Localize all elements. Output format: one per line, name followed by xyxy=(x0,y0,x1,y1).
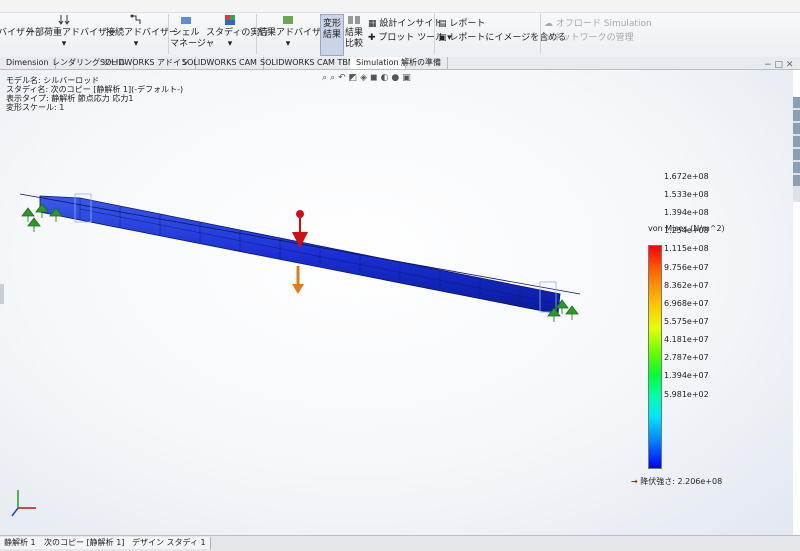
network-manage-button[interactable]: ⌂ ネットワークの管理 xyxy=(544,30,634,43)
design-insight-button[interactable]: ▦ 設計インサイト xyxy=(368,16,442,29)
legend-tick: 1.254e+08 xyxy=(664,226,709,235)
custom-properties-icon[interactable] xyxy=(793,162,800,173)
restore-icon[interactable]: □ xyxy=(774,60,783,70)
report-button[interactable]: ▤ レポート xyxy=(438,16,485,29)
window-controls: − □ ✕ xyxy=(764,60,793,70)
results-advisor-label: 結果アドバイザー xyxy=(258,28,331,38)
forum-icon[interactable] xyxy=(793,175,800,186)
shell-label: シェル xyxy=(172,28,200,38)
legend-tick: 1.672e+08 xyxy=(664,172,709,181)
task-pane-tabs xyxy=(793,97,800,202)
minimize-icon[interactable]: − xyxy=(764,60,772,70)
stress-colorbar xyxy=(648,245,662,469)
results-advisor-button[interactable]: 結果アドバイザー ▾ xyxy=(258,14,331,54)
shell-manager-button[interactable]: シェル マネージャ xyxy=(170,14,214,54)
compare-label: 結果 xyxy=(344,28,363,38)
tab-static-study-1[interactable]: 静解析 1 xyxy=(0,537,41,549)
legend-tick: 1.115e+08 xyxy=(664,244,709,253)
legend-tick: 5.575e+07 xyxy=(664,317,709,326)
run-study-button[interactable]: スタディの実行 ▾ xyxy=(206,14,269,54)
offload-icon: ☁ xyxy=(544,19,553,29)
legend-tick: 6.968e+07 xyxy=(664,299,709,308)
image-icon: ▣ xyxy=(438,33,447,43)
report-icon: ▤ xyxy=(438,19,447,29)
legend-tick: 5.981e+02 xyxy=(664,390,709,399)
plot-tool-icon: ✚ xyxy=(368,33,376,43)
connector-icon xyxy=(130,14,141,24)
advisor-label: バイザー xyxy=(0,28,35,38)
legend-tick: 2.787e+07 xyxy=(664,353,709,362)
tab-solidworks-cam[interactable]: SOLIDWORKS CAM xyxy=(176,57,264,69)
file-explorer-icon[interactable] xyxy=(793,136,800,147)
appearances-icon[interactable] xyxy=(793,149,800,160)
arrow-right-icon: → xyxy=(631,477,638,486)
ribbon-title-strip xyxy=(0,0,800,13)
deformed-result-button[interactable]: 変形 結果 xyxy=(320,14,344,56)
command-tabs: Dimension レンダリング ツール SOLIDWORKS アドイン SOL… xyxy=(0,57,800,70)
compare-icon xyxy=(348,16,360,24)
yield-strength-label: 降伏強さ: 2.206e+08 xyxy=(640,477,723,486)
connection-advisor-button[interactable]: 接続アドバイザー ▾ xyxy=(106,14,179,54)
network-icon: ⌂ xyxy=(544,33,550,43)
run-study-icon xyxy=(225,15,235,25)
external-load-advisor-label: 外部荷重アドバイザー xyxy=(26,28,117,38)
home-icon[interactable] xyxy=(793,97,800,108)
ribbon-separator xyxy=(540,14,541,54)
study-tab-bar: 静解析 1 次のコピー [静解析 1] デザイン スタディ 1 xyxy=(0,535,800,551)
advisor-button[interactable]: バイザー xyxy=(0,14,35,54)
load-arrows-icon xyxy=(58,15,70,25)
graphics-viewport[interactable]: モデル名: シルバーロッド スタディ名: 次のコピー [静解析 1](-デフォル… xyxy=(0,70,793,535)
shell-icon xyxy=(181,17,191,24)
tab-design-study-1[interactable]: デザイン スタディ 1 xyxy=(128,537,211,549)
connection-advisor-label: 接続アドバイザー xyxy=(106,28,179,38)
ribbon-separator xyxy=(434,14,435,54)
legend-tick: 1.394e+08 xyxy=(664,208,709,217)
side-panel-toggle xyxy=(0,284,4,304)
results-advisor-icon xyxy=(283,16,293,24)
library-icon[interactable] xyxy=(793,123,800,134)
legend-tick: 1.394e+07 xyxy=(664,371,709,380)
legend-tick: 1.533e+08 xyxy=(664,190,709,199)
legend-tick: 4.181e+07 xyxy=(664,335,709,344)
tab-solidworks-cam-tbm[interactable]: SOLIDWORKS CAM TBM xyxy=(254,57,362,69)
design-insight-icon: ▦ xyxy=(368,19,377,29)
close-icon[interactable]: ✕ xyxy=(786,60,794,70)
deformed-label: 変形 xyxy=(322,19,341,29)
offload-simulation-button[interactable]: ☁ オフロード Simulation xyxy=(544,16,652,29)
legend-tick: 8.362e+07 xyxy=(664,281,709,290)
run-study-label: スタディの実行 xyxy=(206,28,269,38)
resources-icon[interactable] xyxy=(793,110,800,121)
ribbon-separator xyxy=(256,14,257,54)
legend-tick: 9.756e+07 xyxy=(664,263,709,272)
external-load-advisor-button[interactable]: 外部荷重アドバイザー ▾ xyxy=(26,14,117,54)
compare-results-button[interactable]: 結果 比較 xyxy=(344,14,364,54)
tab-analysis-prep[interactable]: 解析の準備 xyxy=(395,57,448,69)
yield-strength-marker: → 降伏強さ: 2.206e+08 xyxy=(631,476,722,487)
tab-copy-static-study[interactable]: 次のコピー [静解析 1] xyxy=(40,537,130,549)
view-triad xyxy=(11,490,36,517)
ribbon-separator xyxy=(168,14,169,54)
fixture-left xyxy=(21,203,63,232)
command-ribbon: バイザー 外部荷重アドバイザー ▾ 接続アドバイザー ▾ シェル マネージャ ス… xyxy=(0,0,800,58)
